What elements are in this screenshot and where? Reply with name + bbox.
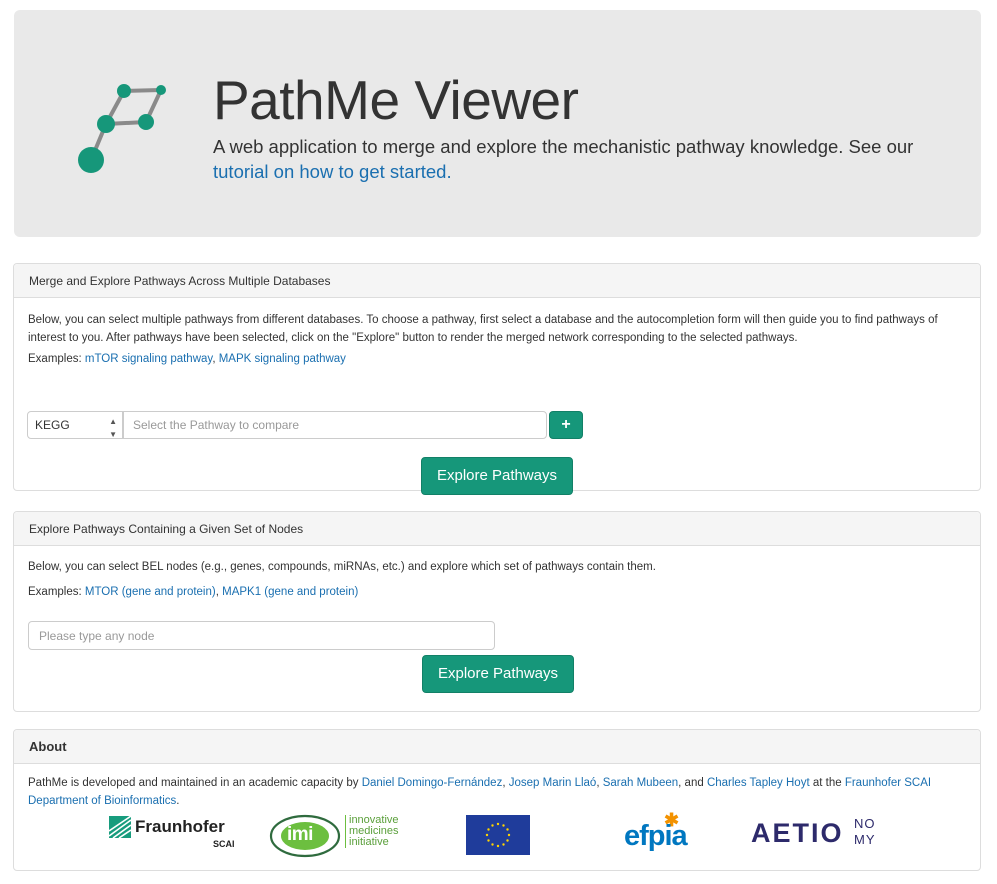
about-text-end: . bbox=[176, 795, 180, 807]
examples-label: Examples: bbox=[28, 586, 82, 598]
page-title: PathMe Viewer bbox=[213, 69, 579, 131]
example-mtor-node-link[interactable]: MTOR (gene and protein) bbox=[85, 586, 216, 598]
aetionomy-bottom: MY bbox=[854, 832, 876, 847]
about-text-middle: at the bbox=[809, 777, 845, 789]
page-subtitle: A web application to merge and explore t… bbox=[213, 134, 943, 184]
aetionomy-logo: AETIO NO MY bbox=[751, 814, 891, 858]
database-select-value: KEGG bbox=[35, 418, 70, 432]
imi-logo: imi innovative medicines initiative bbox=[269, 812, 409, 860]
about-panel: About PathMe is developed and maintained… bbox=[13, 729, 981, 871]
merge-panel-heading: Merge and Explore Pathways Across Multip… bbox=[14, 264, 980, 298]
jumbotron: PathMe Viewer A web application to merge… bbox=[14, 10, 981, 237]
explore-node-pathways-button[interactable]: Explore Pathways bbox=[422, 655, 574, 693]
pathway-search-input[interactable] bbox=[123, 411, 547, 439]
add-pathway-button[interactable]: + bbox=[549, 411, 583, 439]
lead-text: A web application to merge and explore t… bbox=[213, 136, 914, 157]
fraunhofer-name: Fraunhofer bbox=[135, 817, 225, 836]
imi-mark: imi bbox=[287, 824, 313, 845]
about-panel-heading: About bbox=[14, 730, 980, 764]
fraunhofer-mark-icon bbox=[109, 816, 131, 838]
example-mapk-pathway-link[interactable]: MAPK signaling pathway bbox=[219, 353, 346, 365]
imi-line3: initiative bbox=[349, 836, 389, 848]
aetionomy-top: NO bbox=[854, 816, 876, 831]
author-link-charles[interactable]: Charles Tapley Hoyt bbox=[707, 777, 810, 789]
author-link-sarah[interactable]: Sarah Mubeen bbox=[603, 777, 678, 789]
efpia-logo: ✱ efpia bbox=[624, 810, 694, 858]
fraunhofer-sub: SCAI bbox=[213, 839, 235, 849]
merge-examples: Examples: mTOR signaling pathway, MAPK s… bbox=[28, 350, 346, 368]
efpia-name: efpia bbox=[624, 820, 688, 852]
explore-merged-pathways-button[interactable]: Explore Pathways bbox=[421, 457, 573, 495]
aetionomy-left: AETIO bbox=[751, 818, 844, 848]
select-arrows-icon: ▲ ▼ bbox=[109, 417, 117, 439]
database-select[interactable]: KEGG ▲ ▼ bbox=[27, 411, 123, 439]
merge-pathways-panel: Merge and Explore Pathways Across Multip… bbox=[13, 263, 981, 495]
example-mtor-pathway-link[interactable]: mTOR signaling pathway bbox=[85, 353, 212, 365]
pathme-logo-icon bbox=[78, 84, 166, 173]
example-separator: , bbox=[212, 353, 216, 365]
merge-panel-description: Below, you can select multiple pathways … bbox=[28, 314, 938, 344]
nodes-pathways-panel: Explore Pathways Containing a Given Set … bbox=[13, 511, 981, 712]
example-separator: , bbox=[215, 586, 219, 598]
author-link-daniel[interactable]: Daniel Domingo-Fernández bbox=[362, 777, 503, 789]
imi-wordmark: innovative medicines initiative bbox=[345, 815, 399, 848]
nodes-panel-description: Below, you can select BEL nodes (e.g., g… bbox=[28, 561, 656, 573]
examples-label: Examples: bbox=[28, 353, 82, 365]
fraunhofer-logo: Fraunhofer SCAI bbox=[109, 816, 244, 856]
nodes-panel-heading: Explore Pathways Containing a Given Set … bbox=[14, 512, 980, 546]
tutorial-link[interactable]: tutorial on how to get started. bbox=[213, 161, 452, 182]
node-search-input[interactable] bbox=[28, 621, 495, 650]
author-link-josep[interactable]: Josep Marin Llaó bbox=[509, 777, 597, 789]
nodes-examples: Examples: MTOR (gene and protein), MAPK1… bbox=[28, 583, 358, 601]
example-mapk1-node-link[interactable]: MAPK1 (gene and protein) bbox=[222, 586, 358, 598]
eu-flag-icon bbox=[466, 815, 530, 855]
about-text: PathMe is developed and maintained in an… bbox=[28, 774, 968, 810]
about-text-intro: PathMe is developed and maintained in an… bbox=[28, 777, 362, 789]
separator: , and bbox=[678, 777, 707, 789]
partner-logos: Fraunhofer SCAI imi innovative medicines… bbox=[14, 810, 982, 862]
